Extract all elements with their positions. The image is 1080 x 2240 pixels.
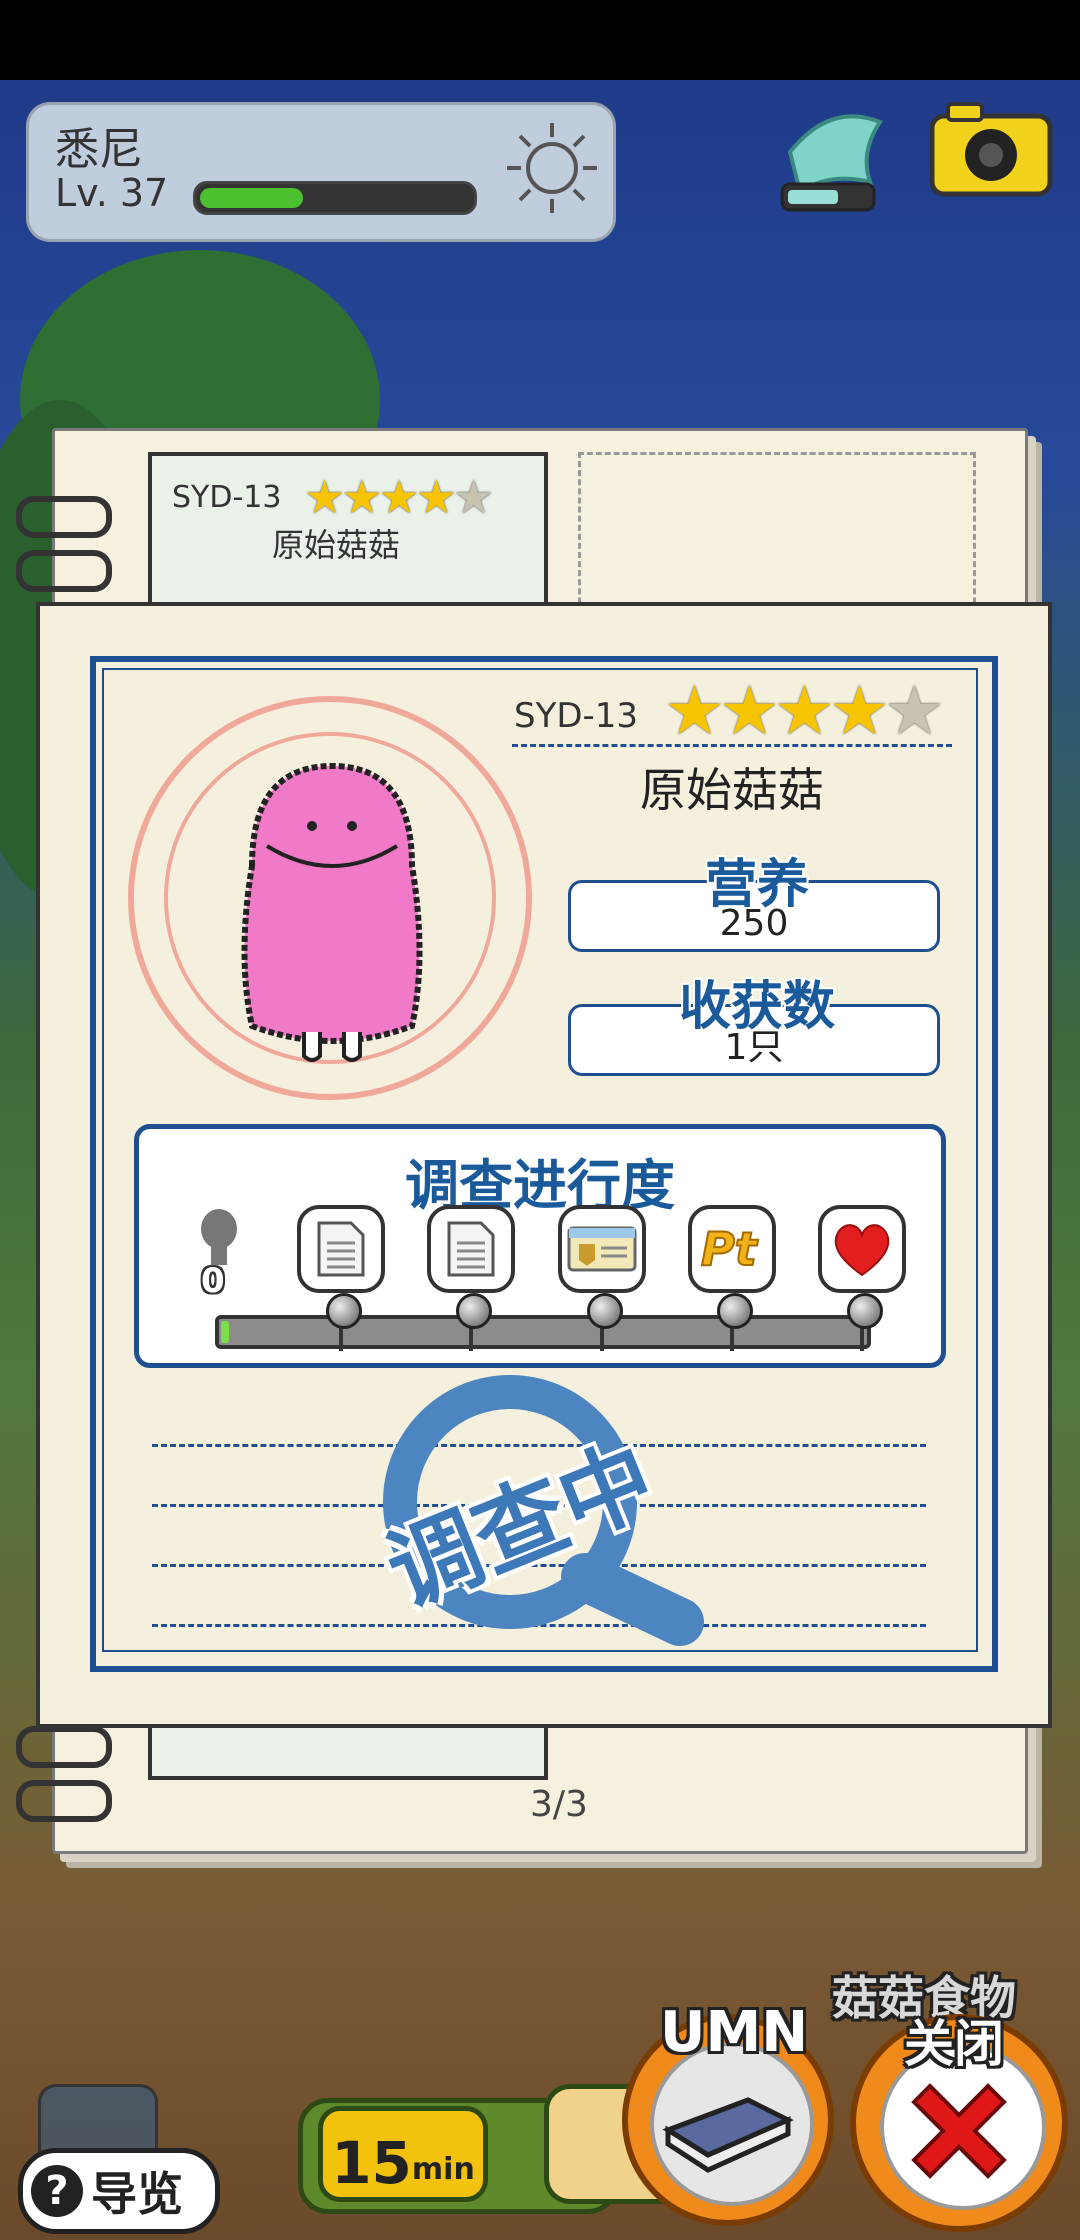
close-label: 关闭 (904, 2015, 1004, 2073)
xp-bar-fill (200, 188, 303, 208)
milestone-knob (326, 1293, 362, 1329)
milestone-knob (847, 1293, 883, 1329)
binder-ring (16, 1780, 112, 1822)
document-icon (447, 1221, 495, 1277)
player-level: Lv. 37 (55, 171, 169, 215)
status-bar (0, 0, 1080, 80)
divider (512, 744, 952, 747)
guide-button[interactable]: ? 导览 (18, 2148, 220, 2234)
player-card[interactable]: 悉尼 Lv. 37 (26, 102, 616, 242)
guide-label: 导览 (91, 2167, 183, 2221)
id-card-icon (567, 1226, 637, 1272)
page-indicator: 3/3 (530, 1784, 588, 1825)
milestone-document-2[interactable] (427, 1205, 515, 1293)
card-name: 原始菇菇 (272, 526, 401, 564)
progress-count: 0 (201, 1261, 225, 1301)
camera-icon[interactable] (928, 98, 1054, 198)
investigation-progress-panel: 调查进行度 0 Pt (134, 1124, 946, 1368)
progress-title: 调查进行度 (405, 1154, 675, 1217)
nutrition-label: 营养 (704, 855, 809, 915)
pink-mushroom-creature-image (241, 762, 423, 1062)
card-code: SYD-13 (172, 480, 282, 515)
rarity-stars: ★★★★★ (664, 672, 945, 751)
milestone-knob (587, 1293, 623, 1329)
close-icon (911, 2083, 1007, 2179)
binder-ring (16, 1726, 112, 1768)
weather-sun-icon[interactable] (497, 113, 607, 223)
mushroom-code: SYD-13 (514, 696, 639, 736)
umn-label: UMN (660, 2000, 809, 2065)
binder-ring (16, 496, 112, 538)
xp-bar (193, 181, 477, 215)
milestone-id-card[interactable] (558, 1205, 646, 1293)
milestone-heart[interactable] (818, 1205, 906, 1293)
bird-battery-icon[interactable] (770, 92, 900, 242)
card-stars: ★★★★★ (304, 470, 494, 524)
milestone-document-1[interactable] (297, 1205, 385, 1293)
timer-unit: min (411, 2152, 475, 2187)
harvest-label: 收获数 (678, 977, 835, 1037)
book-icon (662, 2097, 794, 2173)
svg-text:Pt: Pt (701, 1222, 759, 1276)
timer-badge[interactable]: 15 min (318, 2106, 488, 2202)
help-icon: ? (31, 2165, 83, 2217)
binder-ring (16, 550, 112, 592)
player-name: 悉尼 (55, 124, 143, 175)
heart-icon (834, 1224, 890, 1277)
investigating-stamp: 调查中 (360, 1372, 720, 1652)
document-icon (317, 1221, 365, 1277)
milestone-points[interactable]: Pt (688, 1205, 776, 1293)
timer-value: 15 (331, 2129, 412, 2197)
milestone-knob (717, 1293, 753, 1329)
progress-track (215, 1315, 871, 1349)
progress-fill (221, 1321, 229, 1343)
milestone-knob (456, 1293, 492, 1329)
mushroom-name: 原始菇菇 (640, 763, 824, 817)
pt-icon: Pt (700, 1221, 760, 1277)
